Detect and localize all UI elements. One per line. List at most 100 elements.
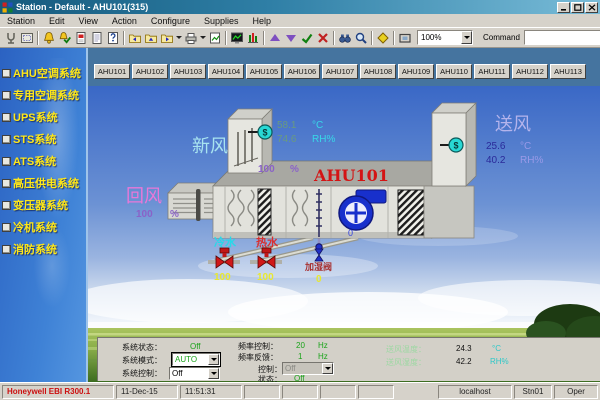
tab-ahu101[interactable]: AHU101 <box>94 64 130 79</box>
station-setup-button[interactable] <box>19 29 35 46</box>
statusbar-cell <box>320 385 356 399</box>
tab-ahu104[interactable]: AHU104 <box>208 64 244 79</box>
tab-ahu108[interactable]: AHU108 <box>360 64 396 79</box>
sidebar-item-sts[interactable]: STS系统 <box>0 128 86 150</box>
page-forward-button[interactable] <box>159 29 175 46</box>
app-icon <box>2 2 13 13</box>
page-back-button[interactable] <box>127 29 143 46</box>
connect-button[interactable] <box>3 29 19 46</box>
tab-ahu112[interactable]: AHU112 <box>512 64 548 79</box>
tab-ahu103[interactable]: AHU103 <box>170 64 206 79</box>
menu-edit[interactable]: Edit <box>42 16 72 26</box>
alarm-annunciator-icon <box>74 31 88 45</box>
host-cell: localhost <box>438 385 512 399</box>
print-button[interactable] <box>183 29 199 46</box>
window-body: AHU空调系统 专用空调系统 UPS系统 STS系统 ATS系统 高压供电系统 … <box>0 48 600 382</box>
sidebar-item-ahu[interactable]: AHU空调系统 <box>0 62 86 84</box>
command-label: Command <box>483 33 520 42</box>
print-dropdown[interactable] <box>199 29 207 46</box>
page-forward-icon <box>160 31 174 45</box>
statusbar-spacer <box>396 385 436 399</box>
tree-node-icon <box>2 179 11 188</box>
freq-ctrl-value: 20 <box>296 341 305 350</box>
diamond-icon <box>376 31 390 45</box>
tab-ahu113[interactable]: AHU113 <box>550 64 586 79</box>
menu-help[interactable]: Help <box>245 16 278 26</box>
sys-ctrl-label: 系统控制： <box>122 368 162 379</box>
page-up-icon <box>144 31 158 45</box>
accept-button[interactable] <box>299 29 315 46</box>
sys-mode-dropdown-arrow[interactable] <box>208 354 219 365</box>
acknowledge-alarm-button[interactable] <box>57 29 73 46</box>
group-display-button[interactable] <box>245 29 261 46</box>
lower-button[interactable] <box>283 29 299 46</box>
statusbar-cell <box>282 385 318 399</box>
associated-display-button[interactable] <box>207 29 223 46</box>
hum-ctrl-dropdown-arrow[interactable] <box>322 363 333 374</box>
toolbar-separator <box>371 31 373 45</box>
maximize-button[interactable] <box>571 2 584 13</box>
toolbar-separator <box>123 31 125 45</box>
zoom-dropdown-arrow[interactable] <box>461 31 472 44</box>
sidebar-item-chiller[interactable]: 冷机系统 <box>0 216 86 238</box>
hum-ctrl-combo[interactable]: Off <box>282 362 334 375</box>
time-cell: 11:51:31 <box>180 385 242 399</box>
sys-mode-combo[interactable]: AUTO <box>172 353 220 366</box>
command-combo[interactable] <box>524 30 600 45</box>
sidebar-item-ups[interactable]: UPS系统 <box>0 106 86 128</box>
page-forward-dropdown[interactable] <box>175 29 183 46</box>
close-button[interactable] <box>585 2 598 13</box>
tab-ahu105[interactable]: AHU105 <box>246 64 282 79</box>
alarm-bell-icon <box>42 31 56 45</box>
duct-aux-value: 0 <box>348 228 353 238</box>
tree-node-icon <box>2 91 11 100</box>
sys-ctrl-combo[interactable]: Off <box>169 367 220 380</box>
tab-ahu109[interactable]: AHU109 <box>398 64 434 79</box>
find-button[interactable] <box>337 29 353 46</box>
associated-display-icon <box>208 31 222 45</box>
sidebar-item-special-ac[interactable]: 专用空调系统 <box>0 84 86 106</box>
alarm-annunciator-button[interactable] <box>73 29 89 46</box>
sidebar-item-ats[interactable]: ATS系统 <box>0 150 86 172</box>
raise-button[interactable] <box>267 29 283 46</box>
reject-button[interactable] <box>315 29 331 46</box>
menu-configure[interactable]: Configure <box>144 16 197 26</box>
tab-ahu111[interactable]: AHU111 <box>474 64 510 79</box>
minimize-button[interactable] <box>557 2 570 13</box>
menu-station[interactable]: Station <box>0 16 42 26</box>
user-cell: Oper <box>554 385 598 399</box>
zoom-tool-button[interactable] <box>353 29 369 46</box>
page-up-button[interactable] <box>143 29 159 46</box>
menu-supplies[interactable]: Supplies <box>197 16 246 26</box>
tab-ahu106[interactable]: AHU106 <box>284 64 320 79</box>
sidebar-item-fire[interactable]: 消防系统 <box>0 238 86 260</box>
menu-view[interactable]: View <box>72 16 105 26</box>
sidebar-item-hv-power[interactable]: 高压供电系统 <box>0 172 86 194</box>
more-info-button[interactable] <box>105 29 121 46</box>
tab-ahu102[interactable]: AHU102 <box>132 64 168 79</box>
sys-ctrl-value: Off <box>172 369 208 378</box>
fresh-air-label: 新风 <box>192 136 228 156</box>
point-detail-button[interactable] <box>375 29 391 46</box>
alarm-page-button[interactable] <box>41 29 57 46</box>
tree-node-icon <box>2 113 11 122</box>
sa-rh-value: 42.2 <box>456 357 472 366</box>
connect-icon <box>4 31 18 45</box>
tab-ahu107[interactable]: AHU107 <box>322 64 358 79</box>
sidebar-item-transformer[interactable]: 变压器系统 <box>0 194 86 216</box>
sys-ctrl-dropdown-arrow[interactable] <box>208 368 219 379</box>
status-bar: Honeywell EBI R300.1 11-Dec-15 11:51:31 … <box>0 382 600 400</box>
tab-ahu110[interactable]: AHU110 <box>436 64 472 79</box>
message-page-button[interactable] <box>89 29 105 46</box>
sa-temp-label: 送风温度： <box>386 344 426 355</box>
zoom-level-combo[interactable]: 100% <box>417 30 473 45</box>
supply-air-duct <box>424 103 476 238</box>
close-icon <box>588 4 596 11</box>
station-cell: Stn01 <box>514 385 552 399</box>
menu-action[interactable]: Action <box>105 16 144 26</box>
toolbar: 100% Command <box>0 27 600 48</box>
hot-water-value: 100 <box>257 272 274 283</box>
command-input[interactable] <box>525 32 600 43</box>
capture-button[interactable] <box>397 29 413 46</box>
trend-button[interactable] <box>229 29 245 46</box>
